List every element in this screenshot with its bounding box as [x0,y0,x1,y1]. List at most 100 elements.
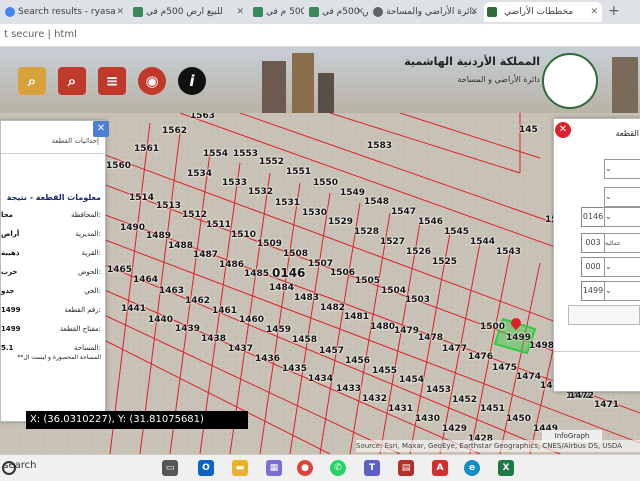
parcel-label: 1545 [444,227,470,237]
parcel-label: 145 [519,125,538,135]
tab-listing-2[interactable]: للبيع ارض 500 م في [250,2,304,22]
parcel-label: 1451 [480,404,506,414]
parcel-label: 1563 [190,113,216,121]
parcel-label: 1528 [354,227,380,237]
parcel-label: 1480 [370,322,396,332]
parcel-label: 1463 [159,286,185,296]
block-label: 0146 [272,266,306,280]
parcel-select[interactable]: ⌄ [604,281,640,301]
parcel-label: 1441 [121,304,147,314]
parcel-label: 1471 [594,400,620,410]
parcel-label: 1458 [292,335,318,345]
governorate-select[interactable]: ⌄ [604,159,640,179]
close-icon[interactable]: ✕ [93,121,109,137]
parcel-label: 1481 [344,312,370,322]
quarter-label: عمالية [605,240,621,247]
parcel-label: 1434 [308,374,334,384]
tab-label: للبيع ارض 500م في [146,7,223,17]
info-icon[interactable]: i [178,67,206,95]
tab-search-results[interactable]: Search results - ryasa ✕ [2,2,128,22]
location-icon[interactable]: ◉ [138,67,166,95]
info-row-label: الحوض: [77,268,101,276]
parcel-label: 1431 [388,404,414,414]
store-icon[interactable]: ▦ [266,460,282,476]
parcel-label: 1488 [168,241,194,251]
info-row-value: 5.1 [1,344,14,352]
parcel-input[interactable]: 1499 [581,281,605,301]
parcel-label: 1553 [233,149,259,159]
close-icon[interactable]: ✕ [116,2,124,22]
globe-icon [373,7,383,17]
header-title: المملكة الأردنية الهاشمية [404,55,540,68]
whatsapp-icon[interactable]: ✆ [330,460,346,476]
parcel-label: 1487 [193,250,219,260]
parcel-label: 1454 [399,375,425,385]
app-icon[interactable]: ▤ [398,460,414,476]
close-icon[interactable]: ✕ [236,2,244,22]
directorate-select[interactable]: ⌄ [604,187,640,207]
close-icon[interactable]: ✕ [356,2,364,22]
parcel-label: 1459 [266,325,292,335]
parcel-label: 1457 [319,346,345,356]
tab-land-maps[interactable]: مخططات الأراضي ✕ [484,2,602,22]
chrome-icon[interactable]: ● [297,460,313,476]
parcel-label: 1465 [107,265,133,275]
teams-icon[interactable]: T [364,460,380,476]
zoom-icon[interactable]: ⌕ [58,67,86,95]
parcel-label: 1552 [259,157,285,167]
file-explorer-icon[interactable]: ▬ [232,460,248,476]
taskbar-search[interactable]: o search [0,460,37,471]
outlook-icon[interactable]: O [198,460,214,476]
info-row-value: جدو [1,287,15,295]
parcel-label: 1477 [442,344,468,354]
building-image [292,53,314,113]
info-row-label: الحي: [84,287,101,295]
quarter-select[interactable]: عمالية [604,233,640,253]
close-icon[interactable]: ✕ [470,2,478,22]
parcel-label: 1554 [203,149,229,159]
parcel-label: 1475 [492,363,518,373]
building-image [612,57,638,113]
basin-input[interactable]: 003 [581,233,605,253]
basin-select[interactable]: ⌄ [604,207,640,227]
acrobat-icon[interactable]: A [432,460,448,476]
site-icon [253,7,263,17]
quarter-input[interactable]: 000 [581,257,605,277]
address-bar[interactable]: t secure | html [0,24,640,47]
document-icon[interactable]: ≡ [98,67,126,95]
parcel-label: 1429 [442,424,468,434]
tab-listing-1[interactable]: للبيع ارض 500م في ✕ [130,2,248,22]
search-button[interactable] [568,305,640,325]
map-attribution: Source: Esri, Maxar, GeoEye, Earthstar G… [356,440,640,452]
info-row-value: ذهيبة [1,249,20,257]
tab-listing-3[interactable]: للبيع ارض 500م في ✕ [306,2,368,22]
site-icon [133,7,143,17]
tab-label: مخططات الأراضي [504,7,574,17]
parcel-label: 1455 [372,366,398,376]
panel-title: القطعة [615,129,639,138]
parcel-label: 1512 [182,210,208,220]
parcel-label: 1500 [480,322,506,332]
edge-icon[interactable]: e [464,460,480,476]
close-icon[interactable]: ✕ [590,2,598,22]
panel-heading: معلومات القطعة - نتيجة [6,193,101,202]
parcel-label: 1547 [391,207,417,217]
panel-divider [554,351,640,352]
village-input[interactable]: 0146 [581,207,605,227]
excel-icon[interactable]: X [498,460,514,476]
parcel-label: 1450 [506,414,532,424]
parcel-label: 1508 [283,249,309,259]
task-view-icon[interactable]: ▭ [162,460,178,476]
parcel-label: 1476 [468,352,494,362]
new-tab-button[interactable]: + [608,3,620,19]
info-row-label: المديرية: [75,230,101,238]
parcel-label: 1490 [120,223,146,233]
info-row-label: القرية: [81,249,101,257]
search-icon[interactable]: ⌕ [18,67,46,95]
tab-parcel-coordinates[interactable]: إحداثيات القطعة [52,137,99,145]
tab-dls[interactable]: دائرة الأراضي والمساحة ✕ [370,2,482,22]
type-select[interactable]: ⌄ [604,257,640,277]
close-icon[interactable]: ✕ [555,122,571,138]
parcel-search-panel: ✕ القطعة ⌄ ⌄ 0146 ⌄ 003 عمالية 000 ⌄ 149… [553,118,640,392]
selected-parcel-label[interactable]: 1499 [506,333,531,343]
